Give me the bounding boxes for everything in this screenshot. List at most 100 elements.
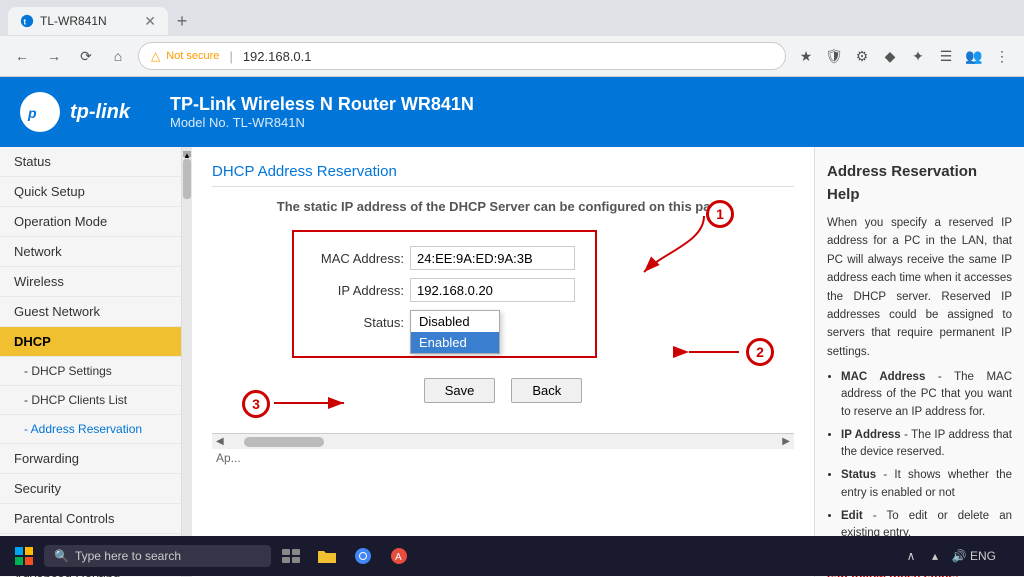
tab-close-button[interactable]: ✕ (144, 13, 156, 30)
windows-start-button[interactable] (8, 540, 40, 572)
forward-button[interactable]: → (42, 44, 66, 68)
volume-icon[interactable]: 🔊 (950, 547, 968, 565)
help-panel: Address Reservation Help When you specif… (814, 147, 1024, 577)
annotation-arrow-1 (644, 202, 764, 282)
shield-icon[interactable]: 🛡 (822, 44, 846, 68)
profile-icon[interactable]: 👥 (962, 44, 986, 68)
status-dropdown-container: Disabled ▼ Disabled Enabled (410, 310, 500, 334)
menu-icon[interactable]: ⋮ (990, 44, 1014, 68)
task-view-icon (282, 549, 300, 563)
annotation-arrow-2 (684, 338, 744, 368)
ip-address-input[interactable] (410, 278, 575, 302)
svg-text:p: p (27, 105, 37, 121)
vertical-scrollbar[interactable]: ▲ (182, 147, 192, 577)
sidebar-item-operation-mode[interactable]: Operation Mode (0, 207, 181, 237)
sidebar-item-status[interactable]: Status (0, 147, 181, 177)
main-content: DHCP Address Reservation The static IP a… (192, 147, 814, 577)
security-warning-text: Not secure (166, 50, 219, 62)
scroll-right-arrow[interactable]: ▶ (782, 436, 790, 447)
extension2-icon[interactable]: ✦ (906, 44, 930, 68)
bottom-area: ◀ ▶ Ap... (212, 433, 794, 467)
time-display[interactable] (998, 547, 1016, 565)
bookmark-icon[interactable]: ★ (794, 44, 818, 68)
save-button[interactable]: Save (424, 378, 496, 403)
settings-icon[interactable]: ⚙ (850, 44, 874, 68)
main-layout: Status Quick Setup Operation Mode Networ… (0, 147, 1024, 577)
scroll-up-arrow[interactable]: ▲ (183, 151, 191, 157)
mac-address-row: MAC Address: (314, 246, 575, 270)
reload-button[interactable]: ⟳ (74, 44, 98, 68)
sidebar-item-dhcp-clients-list[interactable]: - DHCP Clients List (0, 386, 181, 415)
help-intro: When you specify a reserved IP address f… (827, 214, 1012, 361)
security-warning-icon: △ (151, 49, 160, 63)
address-text: 192.168.0.1 (243, 49, 773, 64)
sidebar-item-forwarding[interactable]: Forwarding (0, 444, 181, 474)
file-explorer-icon[interactable] (311, 540, 343, 572)
sidebar-item-dhcp-settings[interactable]: - DHCP Settings (0, 357, 181, 386)
help-item-status: Status - It shows whether the entry is e… (841, 467, 1012, 502)
sidebar-item-dhcp[interactable]: DHCP (0, 327, 181, 357)
address-bar: ← → ⟳ ⌂ △ Not secure | 192.168.0.1 ★ 🛡 ⚙… (0, 36, 1024, 76)
horizontal-scrollbar[interactable]: ◀ ▶ (212, 433, 794, 449)
reservation-form: MAC Address: IP Address: Status: Disable… (292, 230, 597, 358)
extensions-icon[interactable]: ☰ (934, 44, 958, 68)
ip-address-label: IP Address: (314, 283, 404, 298)
annotation-number-2: 2 (746, 338, 774, 366)
tray-up-arrow[interactable]: ∧ (902, 547, 920, 565)
option-disabled[interactable]: Disabled (411, 311, 499, 332)
search-icon: 🔍 (54, 549, 69, 563)
tp-link-logo-icon: p (20, 92, 60, 132)
taskbar-search[interactable]: 🔍 Type here to search (44, 545, 271, 567)
browser-taskbar-icon[interactable] (347, 540, 379, 572)
network-icon[interactable]: ▴ (926, 547, 944, 565)
active-tab[interactable]: t TL-WR841N ✕ (8, 7, 168, 35)
sidebar-item-network[interactable]: Network (0, 237, 181, 267)
back-button[interactable]: ← (10, 44, 34, 68)
windows-logo-icon (14, 546, 34, 566)
annotation-number-3: 3 (242, 390, 270, 418)
scroll-left-arrow[interactable]: ◀ (216, 436, 224, 447)
taskbar: 🔍 Type here to search A ∧ ▴ 🔊 ENG (0, 536, 1024, 576)
address-input[interactable]: △ Not secure | 192.168.0.1 (138, 42, 786, 70)
browser-chrome: t TL-WR841N ✕ + ← → ⟳ ⌂ △ Not secure | 1… (0, 0, 1024, 77)
toolbar-icons: ★ 🛡 ⚙ ◆ ✦ ☰ 👥 ⋮ (794, 44, 1014, 68)
router-title-area: TP-Link Wireless N Router WR841N Model N… (170, 94, 474, 130)
sidebar-item-quick-setup[interactable]: Quick Setup (0, 177, 181, 207)
chrome-icon (354, 547, 372, 565)
status-row: Status: Disabled ▼ Disabled Enabled (314, 310, 575, 334)
sidebar-item-wireless[interactable]: Wireless (0, 267, 181, 297)
annotation-arrow-3 (274, 393, 354, 413)
sidebar-item-security[interactable]: Security (0, 474, 181, 504)
language-icon[interactable]: ENG (974, 547, 992, 565)
app-icon: A (390, 547, 408, 565)
mac-address-input[interactable] (410, 246, 575, 270)
other-app-icon[interactable]: A (383, 540, 415, 572)
svg-text:t: t (24, 18, 27, 27)
sidebar-item-parental-controls[interactable]: Parental Controls (0, 504, 181, 534)
extension1-icon[interactable]: ◆ (878, 44, 902, 68)
new-tab-button[interactable]: + (168, 7, 196, 35)
search-placeholder: Type here to search (75, 549, 181, 563)
sidebar-item-address-reservation[interactable]: - Address Reservation (0, 415, 181, 444)
page-indicator: Ap... (212, 449, 794, 467)
back-button[interactable]: Back (511, 378, 582, 403)
folder-icon (317, 547, 337, 565)
mac-address-label: MAC Address: (314, 251, 404, 266)
help-list: MAC Address - The MAC address of the PC … (827, 369, 1012, 542)
page-title: DHCP Address Reservation (212, 163, 794, 187)
home-button[interactable]: ⌂ (106, 44, 130, 68)
task-view-button[interactable] (275, 540, 307, 572)
scroll-thumb[interactable] (183, 159, 191, 199)
router-model: Model No. TL-WR841N (170, 115, 474, 130)
help-item-ip: IP Address - The IP address that the dev… (841, 427, 1012, 462)
router-title: TP-Link Wireless N Router WR841N (170, 94, 474, 115)
status-dropdown-menu: Disabled Enabled (410, 310, 500, 354)
sidebar-item-guest-network[interactable]: Guest Network (0, 297, 181, 327)
tab-favicon: t (20, 14, 34, 28)
logo-area: p tp-link (20, 92, 130, 132)
svg-text:A: A (395, 552, 402, 563)
help-title: Address Reservation Help (827, 161, 1012, 206)
scroll-bar-thumb[interactable] (244, 437, 324, 447)
tab-bar: t TL-WR841N ✕ + (0, 0, 1024, 36)
option-enabled[interactable]: Enabled (411, 332, 499, 353)
